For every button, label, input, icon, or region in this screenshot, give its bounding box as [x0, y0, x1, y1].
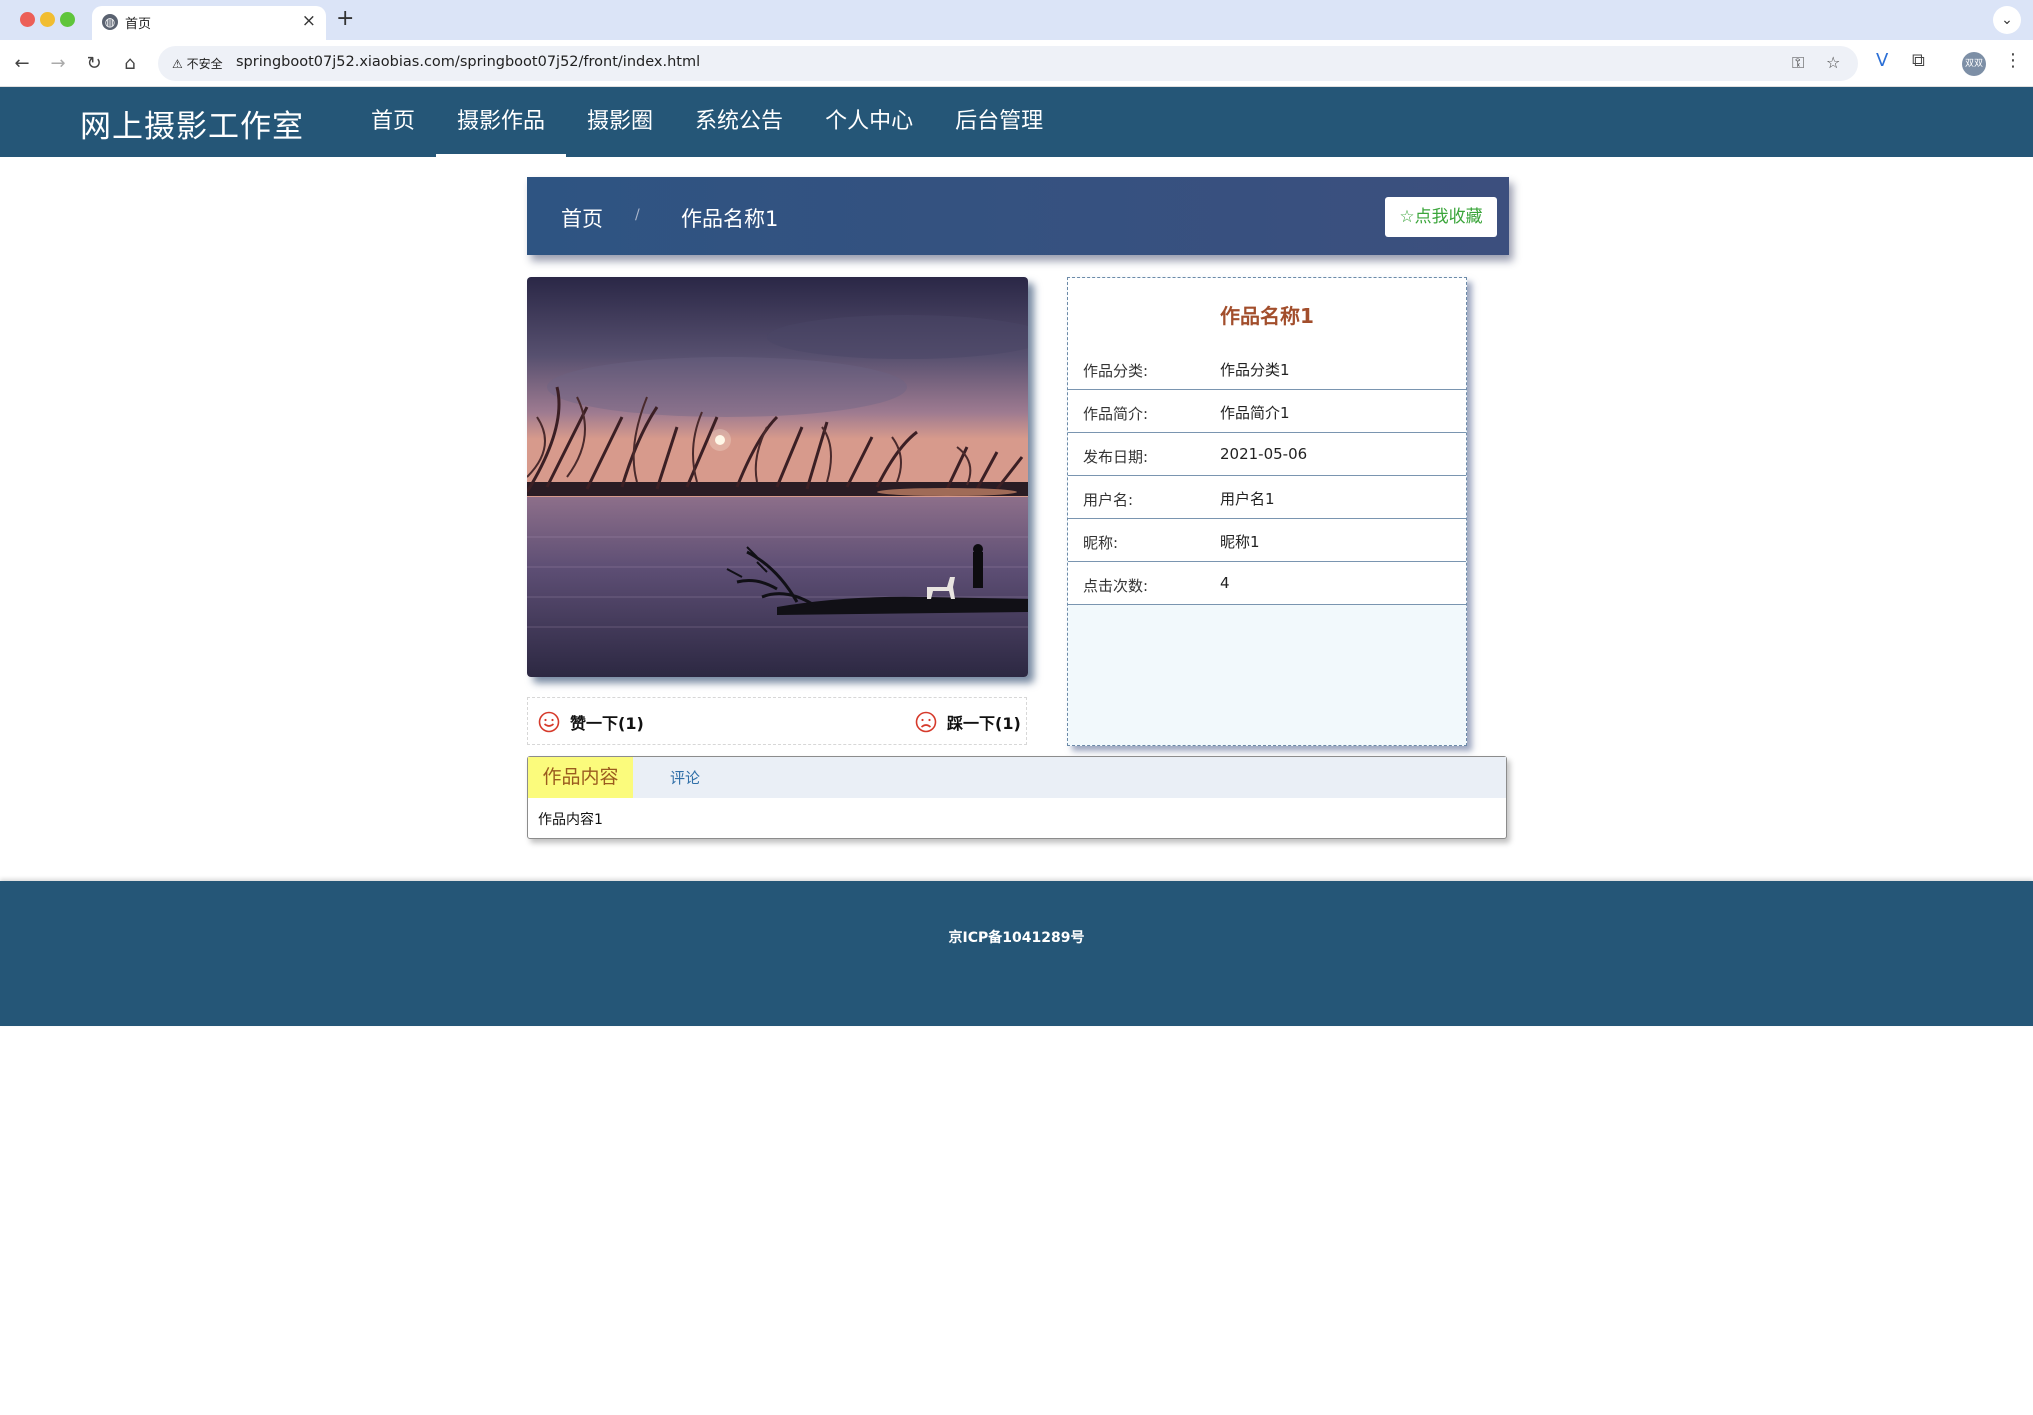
nav-item-home[interactable]: 首页: [350, 87, 436, 157]
profile-avatar[interactable]: 双双: [1962, 52, 1986, 76]
tab-content[interactable]: 作品内容: [528, 757, 633, 798]
browser-tab-strip: ◍ 首页 × + ⌄: [0, 0, 2033, 40]
url-text[interactable]: springboot07j52.xiaobias.com/springboot0…: [236, 54, 700, 70]
nav-item-circle[interactable]: 摄影圈: [566, 87, 674, 157]
nav-item-profile[interactable]: 个人中心: [804, 87, 934, 157]
like-label: 赞一下(1): [570, 714, 644, 733]
content-tabs: 作品内容 评论 作品内容1: [527, 756, 1507, 839]
like-button[interactable]: 赞一下(1): [538, 710, 644, 734]
detail-label: 用户名:: [1083, 491, 1134, 509]
tab-comments[interactable]: 评论: [670, 767, 700, 788]
landscape-image: [527, 277, 1028, 677]
extensions-puzzle-icon[interactable]: ⧉: [1912, 50, 1925, 71]
new-tab-icon[interactable]: +: [336, 6, 354, 31]
detail-value: 昵称1: [1220, 533, 1260, 551]
icp-record: 京ICP备1041289号: [948, 930, 1085, 946]
detail-value: 作品分类1: [1220, 361, 1290, 379]
close-tab-icon[interactable]: ×: [302, 11, 316, 31]
nav-item-notices[interactable]: 系统公告: [674, 87, 804, 157]
detail-value: 2021-05-06: [1220, 445, 1308, 463]
browser-toolbar: ← → ↻ ⌂ ⚠ 不安全 springboot07j52.xiaobias.c…: [0, 40, 2033, 87]
dislike-label: 踩一下(1): [947, 714, 1021, 733]
favorite-button[interactable]: ☆点我收藏: [1385, 197, 1497, 237]
site-header: 网上摄影工作室 首页 摄影作品 摄影圈 系统公告 个人中心 后台管理: [0, 87, 2033, 157]
breadcrumb-current: 作品名称1: [681, 207, 779, 231]
key-icon[interactable]: ⚿: [1792, 53, 1804, 73]
minimize-window-button[interactable]: [40, 12, 55, 27]
extension-v-icon[interactable]: V: [1876, 50, 1888, 71]
browser-menu-icon[interactable]: ⋮: [2004, 50, 2022, 71]
maximize-window-button[interactable]: [60, 12, 75, 27]
close-window-button[interactable]: [20, 12, 35, 27]
browser-tab[interactable]: ◍ 首页 ×: [92, 6, 326, 40]
detail-row: 发布日期: 2021-05-06: [1068, 433, 1466, 476]
tab-search-icon[interactable]: ⌄: [1993, 6, 2021, 34]
bookmark-star-icon[interactable]: ☆: [1826, 53, 1840, 72]
nav-item-admin[interactable]: 后台管理: [934, 87, 1064, 157]
detail-label: 昵称:: [1083, 534, 1119, 552]
detail-label: 作品简介:: [1083, 405, 1149, 423]
breadcrumb-home-link[interactable]: 首页: [561, 203, 603, 233]
breadcrumb: 首页 / 作品名称1 ☆点我收藏: [527, 177, 1509, 255]
breadcrumb-separator: /: [635, 207, 640, 223]
detail-label: 作品分类:: [1083, 362, 1149, 380]
dislike-button[interactable]: 踩一下(1): [915, 710, 1021, 734]
address-bar[interactable]: ⚠ 不安全 springboot07j52.xiaobias.com/sprin…: [158, 46, 1858, 81]
details-table: 作品名称1 作品分类: 作品分类1 作品简介: 作品简介1 发布日期: 2021…: [1068, 278, 1466, 605]
frown-icon: [915, 711, 937, 733]
home-icon[interactable]: ⌂: [116, 50, 144, 78]
tabs-header: 作品内容 评论: [528, 757, 1506, 798]
detail-row: 昵称: 昵称1: [1068, 519, 1466, 562]
insecure-badge[interactable]: ⚠ 不安全: [166, 53, 229, 75]
work-photo: [527, 277, 1028, 677]
insecure-label: 不安全: [186, 57, 223, 71]
forward-icon[interactable]: →: [44, 50, 72, 78]
main-nav: 首页 摄影作品 摄影圈 系统公告 个人中心 后台管理: [350, 87, 1064, 157]
work-content-text: 作品内容1: [538, 812, 603, 828]
reload-icon[interactable]: ↻: [80, 50, 108, 78]
detail-label: 点击次数:: [1083, 577, 1149, 595]
vote-bar: 赞一下(1) 踩一下(1): [527, 697, 1027, 745]
detail-row: 作品分类: 作品分类1: [1068, 347, 1466, 390]
smile-icon: [538, 711, 560, 733]
detail-label: 发布日期:: [1083, 448, 1149, 466]
work-title: 作品名称1: [1220, 304, 1314, 328]
globe-icon: ◍: [102, 14, 118, 30]
detail-value: 4: [1220, 574, 1230, 592]
work-details-panel: 作品名称1 作品分类: 作品分类1 作品简介: 作品简介1 发布日期: 2021…: [1067, 277, 1467, 746]
detail-row: 点击次数: 4: [1068, 562, 1466, 605]
site-brand: 网上摄影工作室: [80, 109, 304, 145]
detail-row: 作品简介: 作品简介1: [1068, 390, 1466, 433]
detail-value: 用户名1: [1220, 490, 1275, 508]
site-footer: 京ICP备1041289号: [0, 881, 2033, 1026]
detail-value: 作品简介1: [1220, 404, 1290, 422]
detail-row: 用户名: 用户名1: [1068, 476, 1466, 519]
browser-tab-title: 首页: [125, 17, 152, 32]
back-icon[interactable]: ←: [8, 50, 36, 78]
nav-item-works[interactable]: 摄影作品: [436, 87, 567, 157]
